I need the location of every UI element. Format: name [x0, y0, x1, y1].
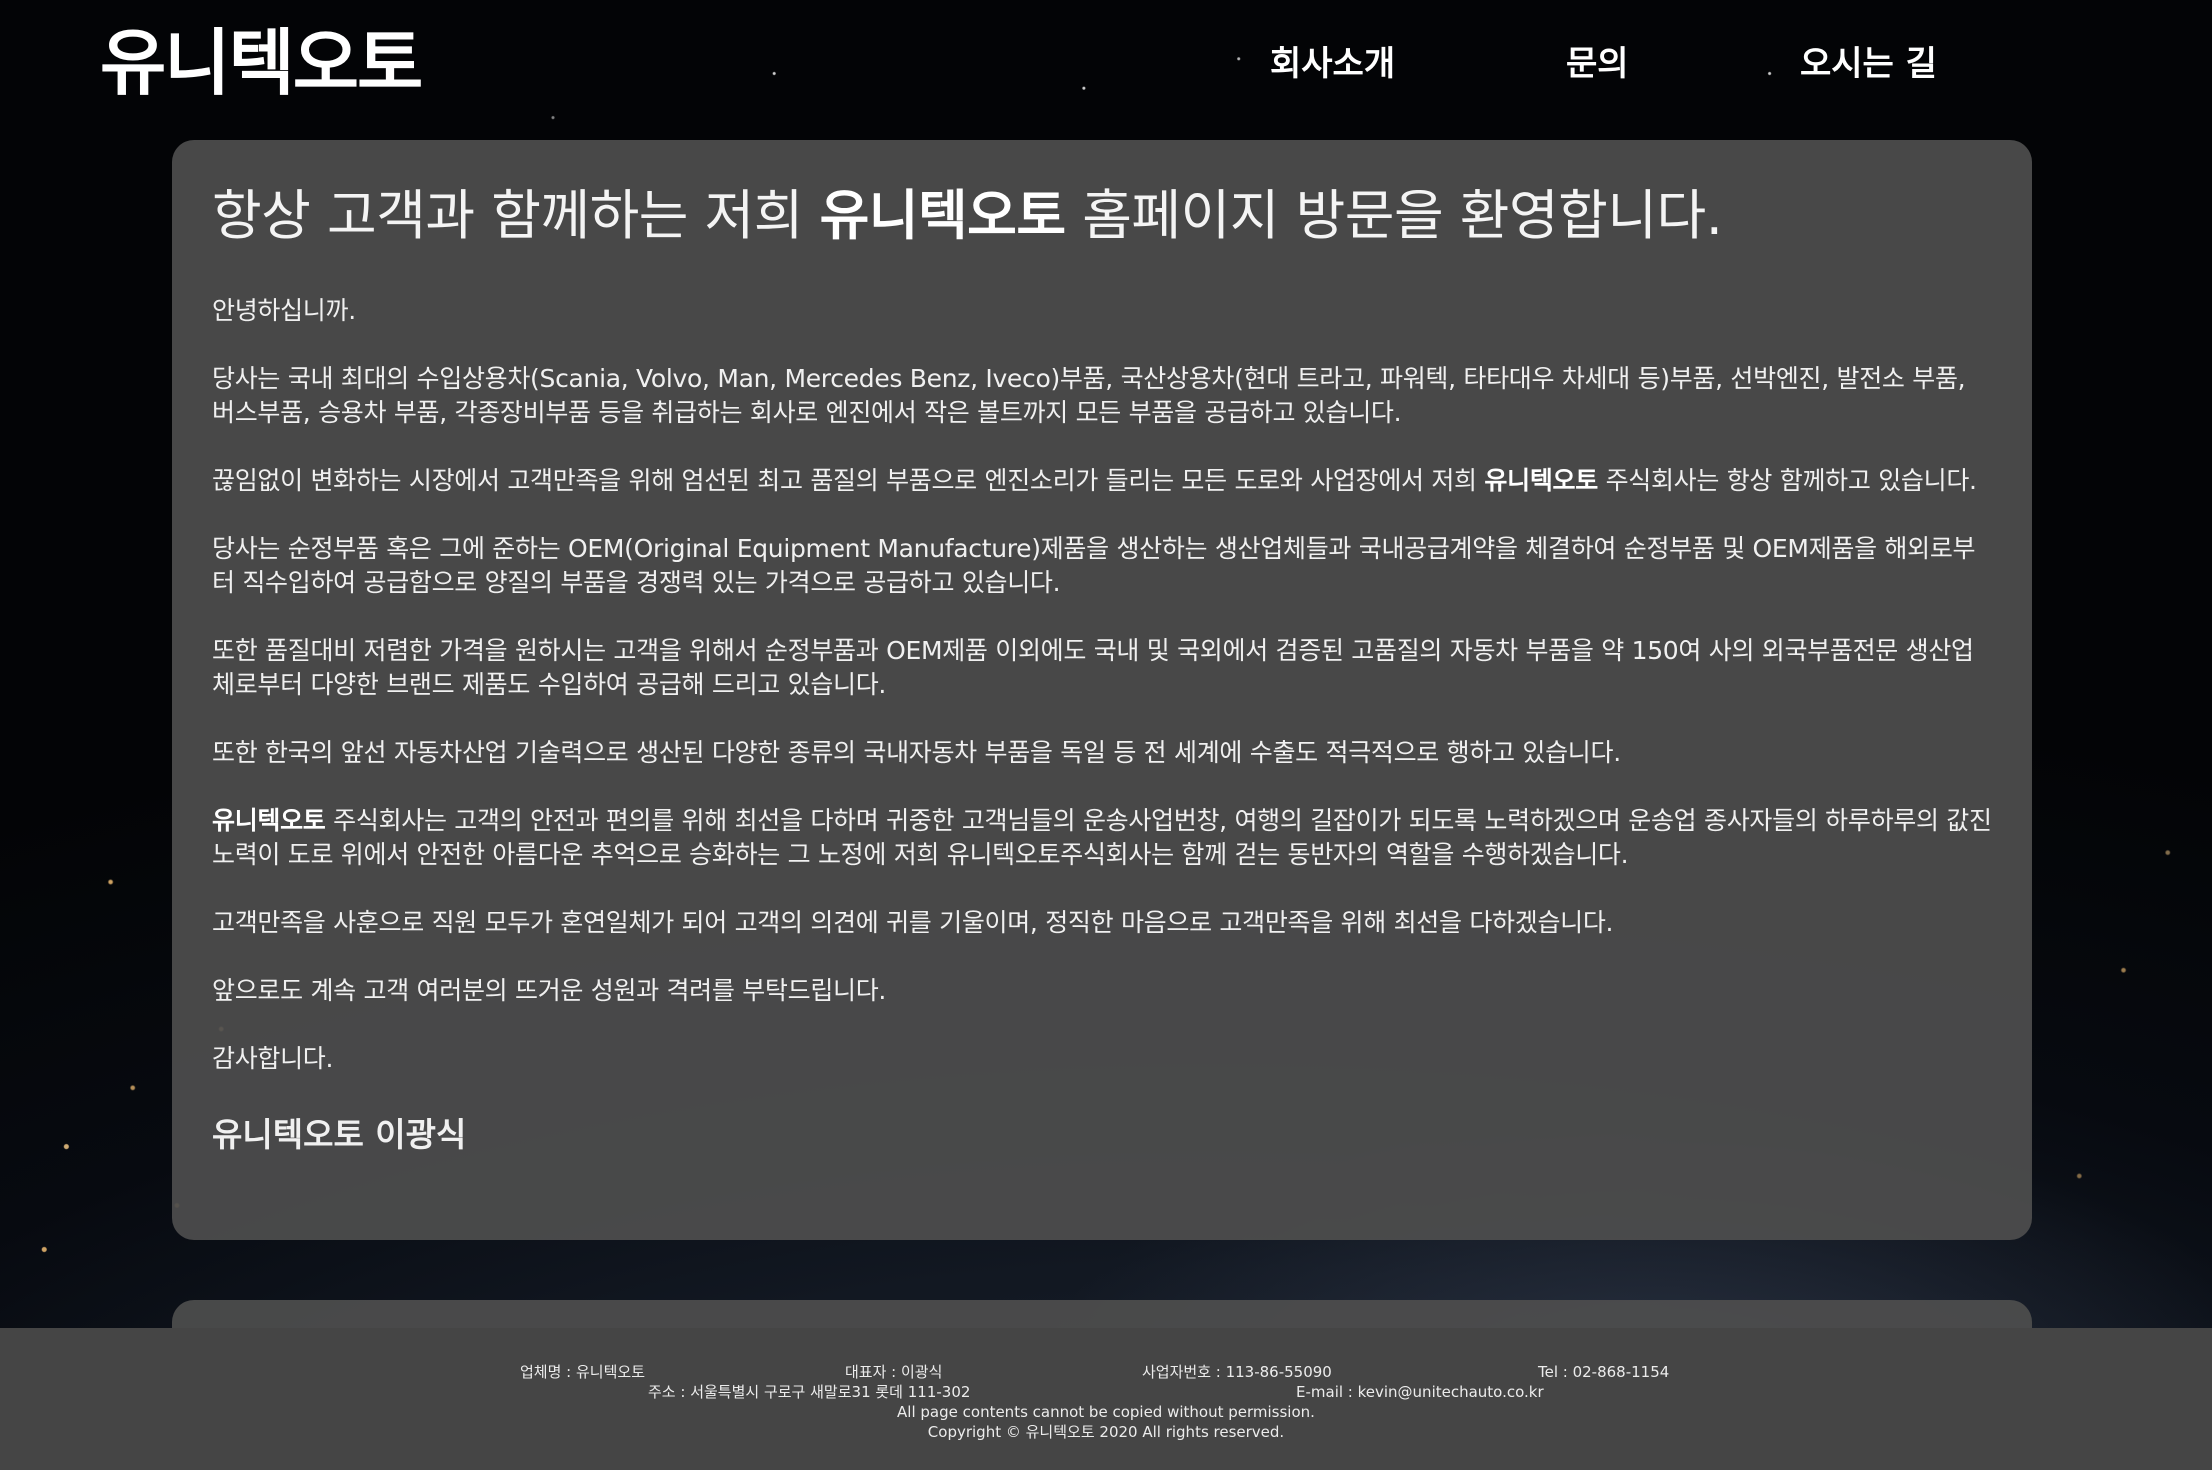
main-nav: 회사소개 문의 오시는 길 — [1200, 36, 2020, 92]
paragraph-5: 또한 한국의 앞선 자동차산업 기술력으로 생산된 다양한 종류의 국내자동차 … — [212, 738, 1621, 767]
paragraph-2-brand: 유니텍오토 — [1484, 466, 1598, 495]
paragraph-4: 또한 품질대비 저렴한 가격을 원하시는 고객을 위해서 순정부품과 OEM제품… — [212, 636, 1974, 699]
title-brand: 유니텍오토 — [819, 184, 1066, 247]
signature: 유니텍오토 이광식 — [212, 1115, 467, 1154]
footer-business-number: 사업자번호 : 113-86-55090 — [1142, 1363, 1332, 1381]
paragraph-1: 당사는 국내 최대의 수입상용차(Scania, Volvo, Man, Mer… — [212, 364, 1966, 427]
nav-item-company-intro[interactable]: 회사소개 — [1270, 36, 1395, 92]
site-footer: 업체명 : 유니텍오토 대표자 : 이광식 사업자번호 : 113-86-550… — [0, 1328, 2212, 1470]
paragraph-2: 끊임없이 변화하는 시장에서 고객만족을 위해 엄선된 최고 품질의 부품으로 … — [212, 464, 1992, 498]
nav-item-directions[interactable]: 오시는 길 — [1800, 36, 1937, 92]
title-suffix: 홈페이지 방문을 환영합니다. — [1065, 184, 1723, 247]
footer-copyright: Copyright © 유니텍오토 2020 All rights reserv… — [927, 1423, 1285, 1441]
paragraph-9: 감사합니다. — [212, 1044, 334, 1073]
nav-item-inquiry[interactable]: 문의 — [1566, 36, 1629, 92]
footer-notice: All page contents cannot be copied witho… — [897, 1403, 1315, 1421]
paragraph-2-after: 주식회사는 항상 함께하고 있습니다. — [1597, 466, 1977, 495]
paragraph-7: 고객만족을 사훈으로 직원 모두가 혼연일체가 되어 고객의 의견에 귀를 기울… — [212, 908, 1614, 937]
title-prefix: 항상 고객과 함께하는 저희 — [212, 184, 820, 247]
site-header: 유니텍오토 회사소개 문의 오시는 길 — [0, 0, 2212, 130]
page-title: 항상 고객과 함께하는 저희 유니텍오토 홈페이지 방문을 환영합니다. — [212, 176, 1992, 256]
footer-ceo: 대표자 : 이광식 — [845, 1363, 943, 1381]
footer-company: 업체명 : 유니텍오토 — [520, 1363, 645, 1381]
paragraph-2-before: 끊임없이 변화하는 시장에서 고객만족을 위해 엄선된 최고 품질의 부품으로 … — [212, 466, 1485, 495]
greeting-text: 안녕하십니까. — [212, 296, 356, 325]
footer-email: E-mail : kevin@unitechauto.co.kr — [1296, 1383, 1544, 1401]
site-logo[interactable]: 유니텍오토 — [100, 18, 423, 108]
paragraph-6-brand: 유니텍오토 — [212, 806, 326, 835]
paragraph-6-after: 주식회사는 고객의 안전과 편의를 위해 최선을 다하며 귀중한 고객님들의 운… — [212, 806, 1992, 869]
footer-address: 주소 : 서울특별시 구로구 새말로31 롯데 111-302 — [648, 1383, 971, 1401]
footer-tel: Tel : 02-868-1154 — [1538, 1363, 1670, 1381]
paragraph-6: 유니텍오토 주식회사는 고객의 안전과 편의를 위해 최선을 다하며 귀중한 고… — [212, 804, 1992, 872]
paragraph-8: 앞으로도 계속 고객 여러분의 뜨거운 성원과 격려를 부탁드립니다. — [212, 976, 887, 1005]
paragraph-3: 당사는 순정부품 혹은 그에 준하는 OEM(Original Equipmen… — [212, 534, 1976, 597]
greeting-panel: 항상 고객과 함께하는 저희 유니텍오토 홈페이지 방문을 환영합니다. 안녕하… — [172, 140, 2032, 1240]
